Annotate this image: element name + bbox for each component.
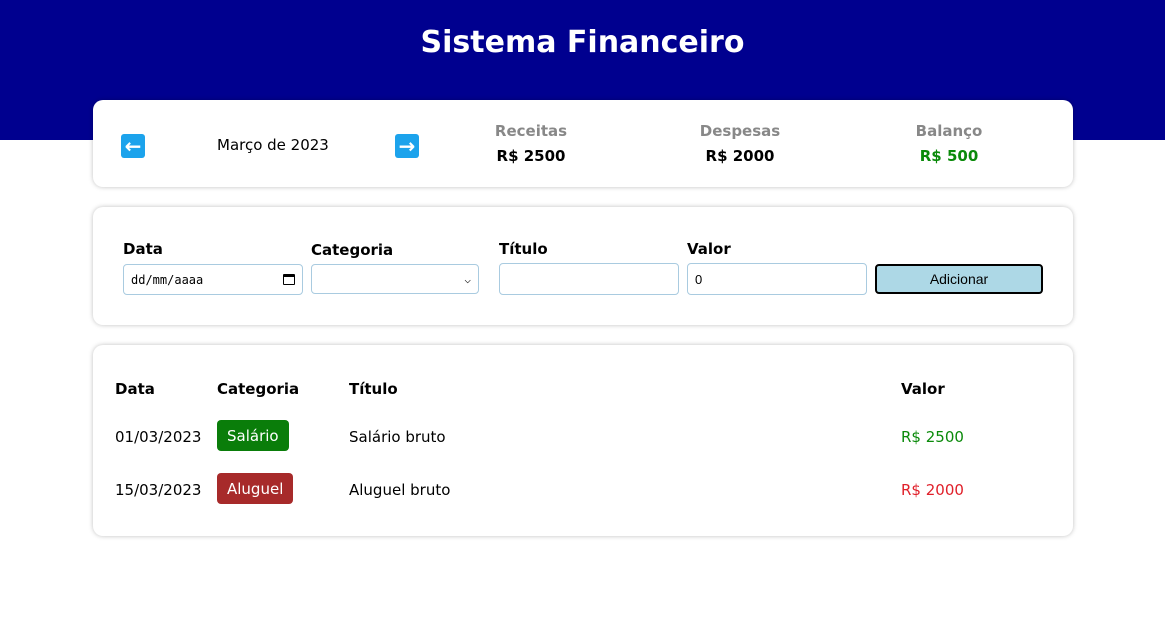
balanco-value: R$ 500: [919, 147, 979, 165]
balanco-stat: Balanço R$ 500: [879, 122, 1019, 165]
despesas-label: Despesas: [699, 122, 781, 140]
arrow-left-icon: ←: [124, 134, 142, 158]
table-row: 01/03/2023 Salário Salário bruto R$ 2500: [93, 420, 1073, 452]
column-header-categoria: Categoria: [217, 380, 300, 398]
categoria-field-label: Categoria: [311, 241, 394, 259]
arrow-right-icon: →: [398, 134, 416, 158]
page-title: Sistema Financeiro: [420, 25, 745, 60]
column-header-titulo: Título: [349, 380, 398, 398]
receitas-value: R$ 2500: [496, 147, 566, 165]
valor-input-value: 0: [695, 271, 703, 287]
receitas-stat: Receitas R$ 2500: [461, 122, 601, 165]
chevron-down-icon: ⌵: [464, 272, 471, 286]
balanco-label: Balanço: [915, 122, 983, 140]
despesas-value: R$ 2000: [705, 147, 775, 165]
data-field-label: Data: [123, 240, 163, 258]
row-date: 15/03/2023: [115, 481, 202, 499]
column-header-data: Data: [115, 380, 155, 398]
despesas-stat: Despesas R$ 2000: [670, 122, 810, 165]
row-value: R$ 2000: [901, 481, 964, 499]
titulo-field-label: Título: [499, 240, 548, 258]
current-month: Março de 2023: [217, 136, 329, 154]
valor-input[interactable]: 0: [687, 263, 867, 295]
row-value: R$ 2500: [901, 428, 964, 446]
valor-field-label: Valor: [687, 240, 731, 258]
add-button[interactable]: Adicionar: [875, 264, 1043, 294]
date-input[interactable]: dd/mm/aaaa: [123, 264, 303, 295]
row-date: 01/03/2023: [115, 428, 202, 446]
entry-form-card: Data dd/mm/aaaa Categoria ⌵ Título Valor…: [93, 207, 1073, 325]
next-month-button[interactable]: →: [395, 134, 419, 158]
categoria-select[interactable]: ⌵: [311, 264, 479, 294]
row-title: Salário bruto: [349, 428, 446, 446]
transactions-table: Data Categoria Título Valor 01/03/2023 S…: [93, 345, 1073, 536]
category-badge: Salário: [217, 420, 289, 451]
summary-card: ← Março de 2023 → Receitas R$ 2500 Despe…: [93, 100, 1073, 187]
prev-month-button[interactable]: ←: [121, 134, 145, 158]
titulo-input[interactable]: [499, 263, 679, 295]
category-badge: Aluguel: [217, 473, 294, 504]
column-header-valor: Valor: [901, 380, 945, 398]
row-title: Aluguel bruto: [349, 481, 451, 499]
date-placeholder: dd/mm/aaaa: [131, 272, 204, 287]
table-row: 15/03/2023 Aluguel Aluguel bruto R$ 2000: [93, 473, 1073, 505]
receitas-label: Receitas: [494, 122, 568, 140]
calendar-icon[interactable]: [283, 274, 295, 285]
